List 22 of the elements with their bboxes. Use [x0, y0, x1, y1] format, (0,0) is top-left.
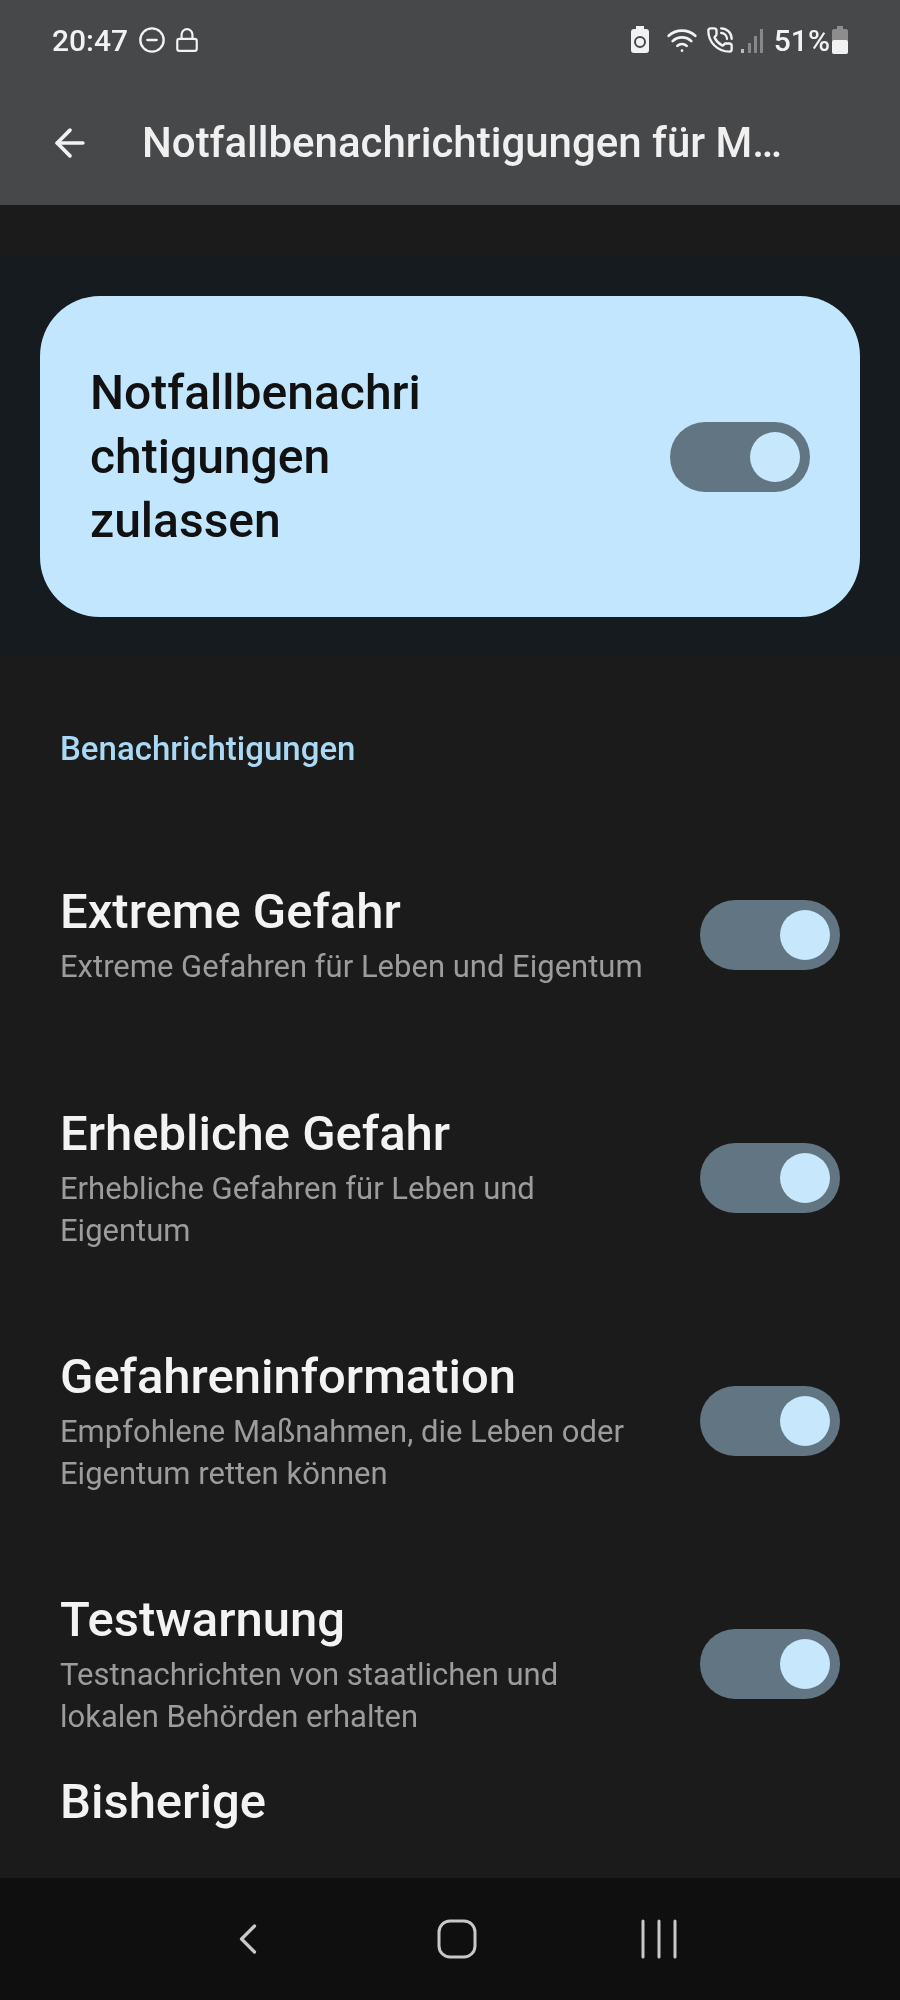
battery-saver-icon	[629, 26, 650, 54]
lock-icon	[174, 27, 201, 53]
do-not-disturb-icon	[138, 26, 167, 54]
signal-icon	[739, 27, 764, 53]
wifi-calling-icon	[705, 26, 734, 54]
status-time: 20:47	[52, 21, 129, 60]
home-icon[interactable]	[437, 1919, 477, 1959]
setting-description: Empfohlene Maßnahmen, die Leben oder Eigentum retten können	[60, 1412, 625, 1494]
setting-description: Erhebliche Gefahren für Leben und Eigentum	[60, 1169, 536, 1251]
section-header: Benachrichtigungen	[60, 728, 357, 770]
setting-title: Extreme Gefahr	[60, 882, 402, 942]
battery-icon	[832, 26, 848, 54]
setting-title: Testwarnung	[60, 1590, 347, 1650]
setting-title: Erhebliche Gefahr	[60, 1104, 452, 1164]
setting-title: Gefahreninformation	[60, 1347, 518, 1407]
setting-description: Testnachrichten von staatlichen und lokalen Behörden erhalten	[60, 1655, 560, 1737]
page-title: Notfallbenachrichtigungen für M…	[142, 117, 782, 169]
battery-percent: 51%	[773, 21, 830, 60]
section-title: Bisherige	[60, 1771, 267, 1832]
recent-apps-icon[interactable]	[640, 1919, 679, 1959]
setting-description: Extreme Gefahren für Leben und Eigentum	[60, 947, 644, 987]
master-switch-label: Notfallbenachrichtigungen zulassen	[90, 362, 422, 551]
